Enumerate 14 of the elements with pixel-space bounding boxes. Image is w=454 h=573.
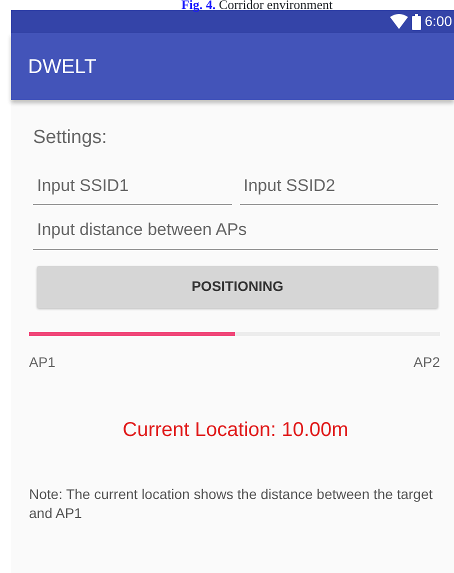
status-time: 6:00 bbox=[424, 12, 452, 31]
app-title: DWELT bbox=[28, 54, 97, 80]
input-field[interactable]: Input SSID1 bbox=[33, 168, 232, 205]
wifi-icon bbox=[390, 14, 408, 29]
current-location: Current Location: 10.00m bbox=[122, 418, 350, 442]
input-field[interactable]: Input distance between APs bbox=[33, 213, 438, 250]
positioning-button[interactable]: POSITIONING bbox=[37, 266, 438, 308]
start-label: AP1 bbox=[29, 352, 56, 372]
settings-label: Settings: bbox=[33, 126, 108, 150]
battery-icon bbox=[412, 14, 421, 30]
figure-caption: Fig. 4. Corridor environment bbox=[180, 0, 334, 10]
end-label: AP2 bbox=[414, 352, 440, 372]
note-text: Note: The current location shows the distance between the target and AP1 bbox=[29, 484, 434, 522]
input-field[interactable]: Input SSID2 bbox=[240, 168, 438, 205]
